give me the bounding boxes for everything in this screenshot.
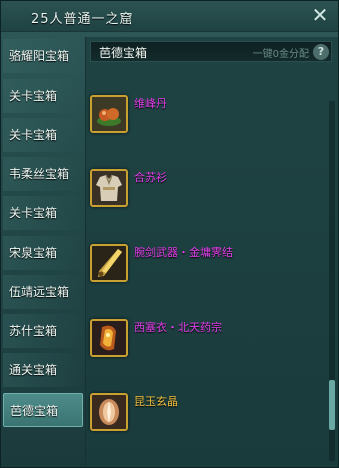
sidebar-item-label: 通关宝箱	[9, 363, 58, 377]
list-item[interactable]: 维峰丹	[90, 95, 326, 169]
item-name: 合苏衫	[134, 171, 167, 184]
sidebar-item-1[interactable]: 关卡宝箱	[3, 79, 83, 113]
sidebar-item-label: 骆耀阳宝箱	[9, 49, 70, 63]
close-icon[interactable]: ✕	[310, 5, 330, 26]
robe-icon	[92, 171, 126, 205]
item-name: 昆玉玄晶	[134, 395, 178, 408]
panel-header: 芭德宝箱 一键0金分配 ?	[90, 41, 332, 62]
sidebar-item-label: 关卡宝箱	[9, 89, 58, 103]
pill-icon	[92, 97, 126, 131]
sidebar-item-label: 关卡宝箱	[9, 206, 58, 220]
blade-icon	[92, 246, 126, 280]
sidebar-item-9[interactable]: 芭德宝箱	[3, 393, 83, 427]
crystal-icon	[92, 395, 126, 429]
title-bar[interactable]: 25人普通一之窟 ✕	[1, 1, 338, 32]
scrollbar-thumb[interactable]	[329, 380, 335, 430]
sidebar-item-label: 苏什宝箱	[9, 324, 58, 338]
sidebar-item-label: 宋泉宝箱	[9, 246, 58, 260]
list-item[interactable]: 腕剑武器・金墉霁结	[90, 244, 326, 318]
sidebar-item-0[interactable]: 骆耀阳宝箱	[3, 39, 83, 73]
distribute-hint: 一键0金分配	[252, 49, 309, 60]
sidebar-item-5[interactable]: 宋泉宝箱	[3, 236, 83, 270]
window-title: 25人普通一之窟	[31, 12, 134, 27]
sidebar-item-2[interactable]: 关卡宝箱	[3, 118, 83, 152]
item-slot[interactable]	[90, 95, 128, 133]
chest-list: 骆耀阳宝箱 关卡宝箱 关卡宝箱 韦柔丝宝箱 关卡宝箱 宋泉宝箱 伍靖远宝箱 苏什…	[1, 37, 85, 467]
item-slot[interactable]	[90, 319, 128, 357]
loot-window: 25人普通一之窟 ✕ 骆耀阳宝箱 关卡宝箱 关卡宝箱 韦柔丝宝箱 关卡宝箱 宋泉…	[0, 0, 339, 468]
panel-title: 芭德宝箱	[99, 46, 148, 60]
sidebar-item-label: 韦柔丝宝箱	[9, 167, 70, 181]
item-name: 西塞衣・北天药宗	[134, 321, 222, 334]
list-item[interactable]: 昆玉玄晶	[90, 393, 326, 467]
sidebar-item-4[interactable]: 关卡宝箱	[3, 196, 83, 230]
sidebar-item-6[interactable]: 伍靖远宝箱	[3, 275, 83, 309]
gem-icon	[92, 321, 126, 355]
item-slot[interactable]	[90, 169, 128, 207]
sidebar-item-label: 芭德宝箱	[10, 404, 59, 418]
loot-panel: 芭德宝箱 一键0金分配 ? 维峰丹 合苏衫 腕剑武器・金墉霁结 西塞衣・北天药宗…	[85, 37, 338, 467]
item-name: 维峰丹	[134, 97, 167, 110]
list-item[interactable]: 西塞衣・北天药宗	[90, 319, 326, 393]
scrollbar[interactable]	[329, 101, 335, 461]
sidebar-item-label: 关卡宝箱	[9, 128, 58, 142]
help-icon[interactable]: ?	[313, 44, 329, 60]
sidebar-item-8[interactable]: 通关宝箱	[3, 353, 83, 387]
sidebar-item-3[interactable]: 韦柔丝宝箱	[3, 157, 83, 191]
sidebar-item-7[interactable]: 苏什宝箱	[3, 314, 83, 348]
sidebar-item-label: 伍靖远宝箱	[9, 285, 70, 299]
list-item[interactable]: 合苏衫	[90, 169, 326, 243]
item-slot[interactable]	[90, 244, 128, 282]
item-name: 腕剑武器・金墉霁结	[134, 246, 233, 259]
item-slot[interactable]	[90, 393, 128, 431]
